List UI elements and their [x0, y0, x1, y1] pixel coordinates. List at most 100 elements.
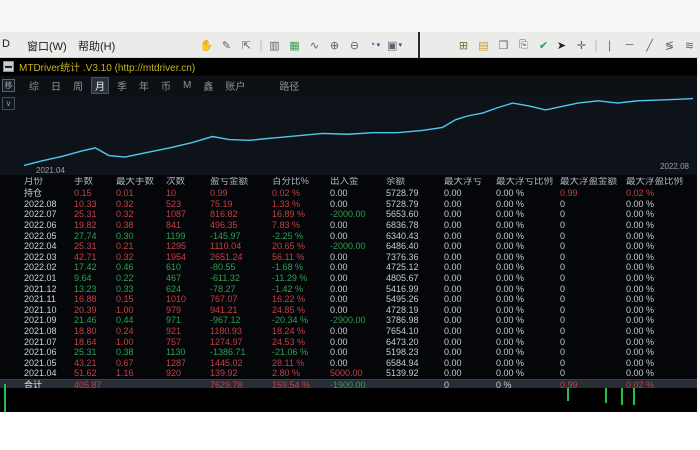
- cell: 2022.01: [24, 273, 74, 283]
- dock-icon[interactable]: ⇱: [238, 36, 255, 54]
- cell: 0.00 %: [496, 252, 560, 262]
- horizontal-line-icon[interactable]: ─: [621, 36, 638, 54]
- tab-bar: 移 综日周月季年币M鑫账户 路径: [0, 76, 697, 95]
- cell: 手数: [74, 177, 116, 187]
- cell: 0.33: [116, 284, 166, 294]
- zoom-out-icon[interactable]: ⊖: [346, 36, 363, 54]
- cell: -21.06 %: [272, 347, 330, 357]
- template-icon[interactable]: ▣▾: [386, 36, 403, 54]
- tab-账户[interactable]: 账户: [221, 77, 249, 94]
- print-icon[interactable]: ⎘: [515, 36, 532, 54]
- tab-综[interactable]: 综: [25, 77, 43, 94]
- cell: -80.55: [210, 262, 272, 272]
- cell: 盈亏金额: [210, 177, 272, 187]
- profiles-icon[interactable]: ▤: [475, 36, 492, 54]
- cascade-icon[interactable]: ❐: [495, 36, 512, 54]
- cell: 0.00: [330, 188, 386, 198]
- cell: 0.00: [444, 220, 496, 230]
- new-chart-icon[interactable]: ⊞: [455, 36, 472, 54]
- bar-chart-icon[interactable]: ▥: [266, 36, 283, 54]
- draw-icon[interactable]: ✎: [218, 36, 235, 54]
- zoom-in-icon[interactable]: ⊕: [326, 36, 343, 54]
- cell: 0.24: [116, 326, 166, 336]
- equity-curve-line: [24, 99, 693, 166]
- cell: 1954: [166, 252, 210, 262]
- cell: 0.00 %: [496, 199, 560, 209]
- move-icon[interactable]: 移: [2, 79, 15, 92]
- table-row: 2021.0921.460.44971-967.12-20.34 %-2900.…: [0, 315, 697, 326]
- cell: 0: [560, 241, 626, 251]
- cell: 0: [560, 315, 626, 325]
- table-row: 2022.0725.310.321087816.8216.89 %-2000.0…: [0, 209, 697, 220]
- cell: 0.00: [444, 305, 496, 315]
- cell: 3786.98: [386, 315, 444, 325]
- cell: 13.23: [74, 284, 116, 294]
- cell: 496.35: [210, 220, 272, 230]
- cell: 0: [560, 358, 626, 368]
- cell: 0.00: [444, 368, 496, 378]
- cell: 0.00: [330, 326, 386, 336]
- pan-icon[interactable]: ✋: [198, 36, 215, 54]
- cell: 971: [166, 315, 210, 325]
- cell: 0.44: [116, 315, 166, 325]
- crosshair-icon[interactable]: ✛: [573, 36, 590, 54]
- vertical-line-icon[interactable]: ∣: [601, 36, 618, 54]
- tab-path[interactable]: 路径: [279, 78, 299, 93]
- period-icon[interactable]: ◔▾: [366, 36, 383, 54]
- tab-季[interactable]: 季: [113, 77, 131, 94]
- cell: 610: [166, 262, 210, 272]
- window-restore-button[interactable]: ▬: [3, 61, 14, 72]
- tab-鑫[interactable]: 鑫: [199, 77, 217, 94]
- tick-mark: [567, 388, 569, 401]
- cell: 16.88: [74, 294, 116, 304]
- cell: 20.65 %: [272, 241, 330, 251]
- menu-item-cropped: D: [2, 38, 10, 50]
- channel-icon[interactable]: ≶: [661, 36, 678, 54]
- equity-curve: [22, 97, 695, 173]
- cell: 6340.43: [386, 231, 444, 241]
- autotrade-icon[interactable]: ✔: [535, 36, 552, 54]
- tab-M[interactable]: M: [179, 79, 195, 92]
- tab-周[interactable]: 周: [69, 77, 87, 94]
- cell: 25.31: [74, 347, 116, 357]
- cell: 7376.36: [386, 252, 444, 262]
- cell: 0: [560, 305, 626, 315]
- cursor-icon[interactable]: ➤: [553, 36, 570, 54]
- x-axis-label-start: 2021.04: [36, 166, 65, 175]
- bottom-strip: [0, 388, 697, 412]
- tick-mark: [4, 384, 6, 412]
- table-row: 2022.0527.740.301199-145.97-2.25 %0.0063…: [0, 230, 697, 241]
- cell: 0.00 %: [496, 220, 560, 230]
- cell: 最大浮盈比例: [626, 177, 683, 187]
- fibonacci-icon[interactable]: ≋: [681, 36, 698, 54]
- cell: 523: [166, 199, 210, 209]
- cell: 最大浮亏: [444, 177, 496, 187]
- tab-日[interactable]: 日: [47, 77, 65, 94]
- cell: 767.07: [210, 294, 272, 304]
- candle-chart-icon[interactable]: ▦: [286, 36, 303, 54]
- menu-item-window[interactable]: 窗口(W): [27, 38, 67, 54]
- collapse-icon[interactable]: ∨: [2, 97, 15, 110]
- cell: 1.33 %: [272, 199, 330, 209]
- cell: 持仓: [24, 188, 74, 198]
- trendline-icon[interactable]: ╱: [641, 36, 658, 54]
- cell: 0.00 %: [496, 262, 560, 272]
- cell: 24.85 %: [272, 305, 330, 315]
- cell: 757: [166, 337, 210, 347]
- tab-月[interactable]: 月: [91, 77, 109, 94]
- cell: 0: [560, 231, 626, 241]
- menu-item-help[interactable]: 帮助(H): [78, 38, 115, 54]
- tab-币[interactable]: 币: [157, 77, 175, 94]
- cell: 0.02 %: [626, 188, 683, 198]
- cell: 0: [560, 337, 626, 347]
- cell: 0.00: [444, 199, 496, 209]
- screen: D 窗口(W) 帮助(H) ✋✎⇱∣▥▦∿⊕⊖◔▾▣▾⊞▤❐⎘✔➤✛∣∣─╱≶≋…: [0, 0, 700, 450]
- cell: 17.42: [74, 262, 116, 272]
- cell: 19.82: [74, 220, 116, 230]
- tab-年[interactable]: 年: [135, 77, 153, 94]
- cell: 0.00 %: [496, 358, 560, 368]
- cell: 5653.60: [386, 209, 444, 219]
- line-chart-icon[interactable]: ∿: [306, 36, 323, 54]
- cell: -1.42 %: [272, 284, 330, 294]
- cell: 941.21: [210, 305, 272, 315]
